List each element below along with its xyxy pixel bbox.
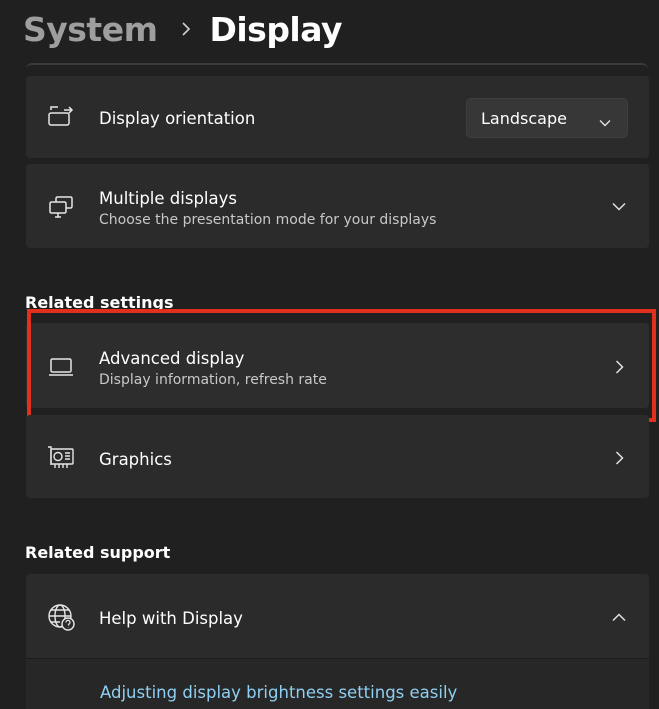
related-support-heading: Related support [25, 543, 171, 562]
chevron-down-icon [599, 112, 611, 131]
highlight-box [27, 309, 656, 422]
graphics-card-icon [46, 443, 76, 473]
chevron-up-icon[interactable] [611, 609, 627, 625]
display-orientation-label: Display orientation [99, 109, 256, 128]
chevron-down-icon[interactable] [611, 198, 627, 214]
breadcrumb: System Display [23, 6, 343, 52]
breadcrumb-system-link[interactable]: System [23, 10, 158, 49]
globe-help-icon [46, 602, 76, 632]
orientation-icon [46, 102, 76, 132]
scroll-edge-divider [26, 63, 648, 71]
brightness-help-link[interactable]: Adjusting display brightness settings ea… [100, 683, 457, 702]
help-with-display-label: Help with Display [99, 609, 243, 628]
help-with-display-card[interactable]: Help with Display [26, 574, 649, 658]
multiple-displays-icon [46, 192, 76, 222]
multiple-displays-description: Choose the presentation mode for your di… [99, 212, 437, 228]
graphics-label: Graphics [99, 450, 172, 469]
graphics-card[interactable]: Graphics [26, 415, 649, 498]
breadcrumb-chevron-icon [181, 22, 191, 36]
page-title: Display [209, 9, 343, 49]
display-orientation-value: Landscape [481, 109, 567, 128]
chevron-right-icon [611, 450, 627, 466]
multiple-displays-card[interactable]: Multiple displays Choose the presentatio… [26, 164, 649, 248]
display-orientation-dropdown[interactable]: Landscape [466, 98, 628, 138]
multiple-displays-label: Multiple displays [99, 189, 237, 208]
